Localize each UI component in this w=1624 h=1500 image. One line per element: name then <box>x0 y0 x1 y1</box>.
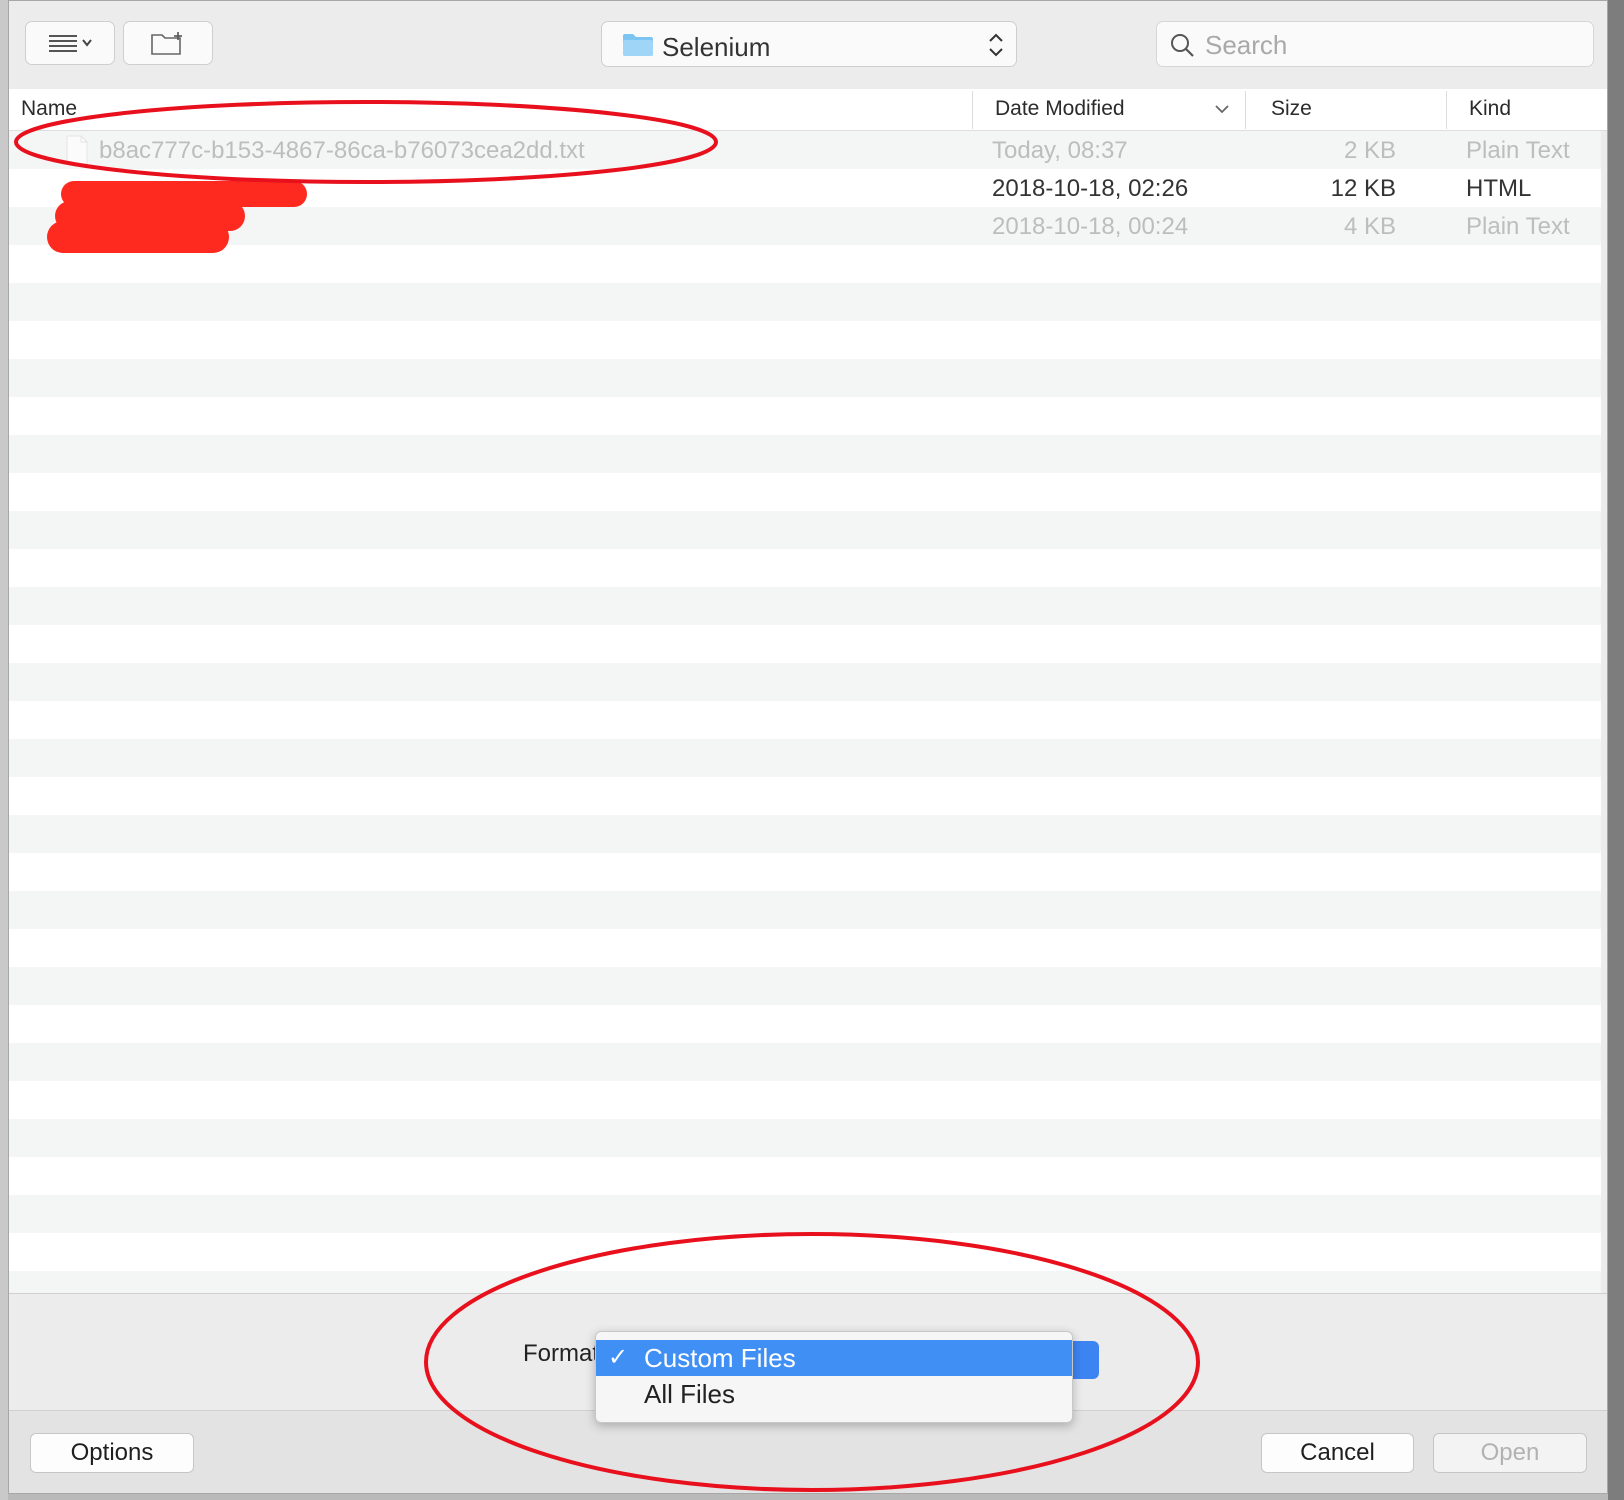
empty-row <box>9 739 1601 777</box>
file-list: b8ac777c-b153-4867-86ca-b76073cea2dd.txt… <box>9 131 1601 1293</box>
location-popup[interactable]: Selenium <box>601 21 1017 67</box>
file-row[interactable]: b8ac777c-b153-4867-86ca-b76073cea2dd.txt… <box>9 131 1601 169</box>
empty-row <box>9 1271 1601 1293</box>
empty-row <box>9 1195 1601 1233</box>
empty-row <box>9 511 1601 549</box>
empty-row <box>9 549 1601 587</box>
empty-row <box>9 359 1601 397</box>
file-size: 12 KB <box>1330 175 1396 202</box>
file-size: 2 KB <box>1343 137 1396 164</box>
empty-row <box>9 587 1601 625</box>
empty-row-stripes <box>9 245 1601 1293</box>
empty-row <box>9 701 1601 739</box>
empty-row <box>9 283 1601 321</box>
menu-item-label: Custom Files <box>644 1343 796 1373</box>
format-dropdown-menu: ✓ Custom Files All Files <box>595 1331 1073 1423</box>
empty-row <box>9 663 1601 701</box>
file-size: 4 KB <box>1343 213 1396 240</box>
empty-row <box>9 321 1601 359</box>
empty-row <box>9 1157 1601 1195</box>
file-row[interactable]: 2018-10-18, 00:24 4 KB Plain Text <box>9 207 1601 245</box>
empty-row <box>9 1005 1601 1043</box>
toolbar: Selenium <box>9 1 1607 90</box>
empty-row <box>9 929 1601 967</box>
empty-row <box>9 1233 1601 1271</box>
empty-row <box>9 853 1601 891</box>
column-header-name[interactable]: Name <box>21 97 77 121</box>
column-header-kind[interactable]: Kind <box>1469 97 1511 121</box>
empty-row <box>9 473 1601 511</box>
up-down-chevron-icon <box>989 33 1003 57</box>
column-divider[interactable] <box>972 91 973 129</box>
open-file-dialog: Selenium Name Date Modified Size Kind <box>8 0 1608 1494</box>
background-strip-right <box>1608 0 1624 1500</box>
empty-row <box>9 777 1601 815</box>
menu-item-all-files[interactable]: All Files <box>596 1376 1072 1412</box>
menu-item-custom-files[interactable]: ✓ Custom Files <box>596 1340 1072 1376</box>
view-options-button[interactable] <box>25 21 115 65</box>
redaction-mark <box>47 221 229 253</box>
sort-descending-icon[interactable] <box>1214 103 1230 115</box>
empty-row <box>9 625 1601 663</box>
empty-row <box>9 397 1601 435</box>
new-folder-button[interactable] <box>123 21 213 65</box>
file-kind: Plain Text <box>1466 137 1570 164</box>
empty-row <box>9 245 1601 283</box>
column-divider[interactable] <box>1245 91 1246 129</box>
empty-row <box>9 435 1601 473</box>
file-date-modified: 2018-10-18, 02:26 <box>992 175 1189 202</box>
background-strip-left <box>0 0 8 1500</box>
checkmark-icon: ✓ <box>608 1344 629 1371</box>
file-kind: HTML <box>1466 175 1532 202</box>
options-button[interactable]: Options <box>30 1433 194 1473</box>
empty-row <box>9 1081 1601 1119</box>
column-divider[interactable] <box>1446 91 1447 129</box>
file-date-modified: Today, 08:37 <box>992 137 1128 164</box>
empty-row <box>9 967 1601 1005</box>
text-document-icon <box>66 135 88 165</box>
folder-icon <box>623 34 653 56</box>
open-button[interactable]: Open <box>1433 1433 1587 1473</box>
empty-row <box>9 1119 1601 1157</box>
bottom-bar: Options Cancel Open <box>9 1411 1607 1493</box>
location-title: Selenium <box>662 32 771 62</box>
search-field[interactable] <box>1156 21 1594 67</box>
column-header-size[interactable]: Size <box>1271 97 1312 121</box>
search-icon <box>1171 34 1194 57</box>
empty-row <box>9 1043 1601 1081</box>
format-popup-button[interactable] <box>1069 1341 1099 1379</box>
empty-row <box>9 891 1601 929</box>
search-input[interactable] <box>1203 28 1577 62</box>
file-date-modified: 2018-10-18, 00:24 <box>992 213 1189 240</box>
format-label: Format <box>523 1340 600 1367</box>
new-folder-icon <box>151 32 182 55</box>
empty-row <box>9 815 1601 853</box>
table-header: Name Date Modified Size Kind <box>9 89 1607 131</box>
file-kind: Plain Text <box>1466 213 1570 240</box>
cancel-button[interactable]: Cancel <box>1261 1433 1414 1473</box>
menu-item-label: All Files <box>644 1379 736 1409</box>
column-header-date-modified[interactable]: Date Modified <box>995 97 1125 121</box>
file-name: b8ac777c-b153-4867-86ca-b76073cea2dd.txt <box>99 137 585 164</box>
list-view-icon <box>49 35 92 52</box>
